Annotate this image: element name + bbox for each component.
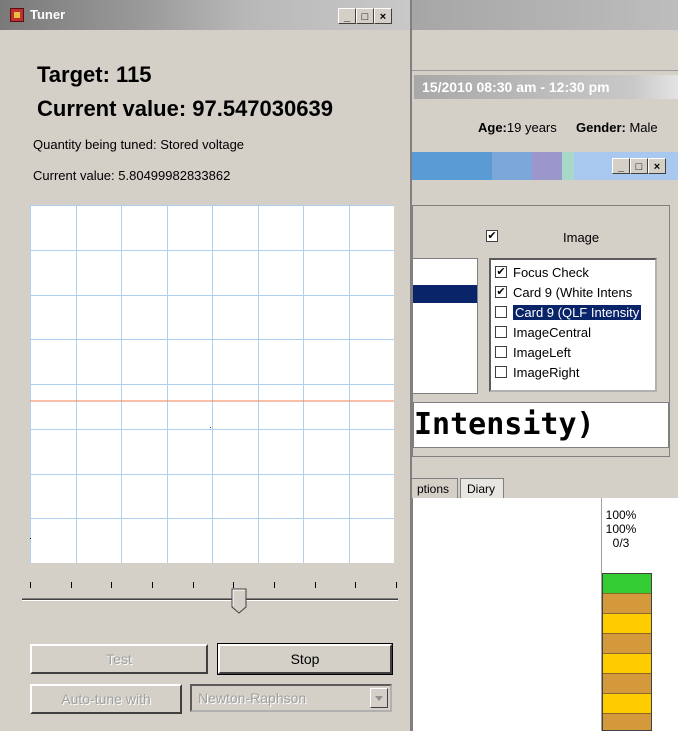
value-point: [210, 427, 211, 428]
slider-tick: [396, 582, 397, 588]
checklist-item-label: ImageCentral: [513, 324, 592, 340]
checklist-item-label: ImageRight: [513, 364, 580, 380]
image-checklist[interactable]: ✔ Focus Check ✔ Card 9 (White Intens Car…: [489, 258, 657, 392]
slider-track[interactable]: [22, 598, 398, 601]
checklist-item[interactable]: ImageRight: [495, 362, 655, 382]
intensity-title: Intensity): [413, 402, 669, 448]
slider-tick: [274, 582, 275, 588]
tuner-dialog: Tuner _ □ × Target: 115 Current value: 9…: [0, 0, 412, 731]
checkbox-checked-icon[interactable]: ✔: [495, 266, 507, 278]
patient-info: Age:19 years Gender: Male: [412, 108, 678, 148]
checkbox-unchecked-icon[interactable]: [495, 346, 507, 358]
checkbox-unchecked-icon[interactable]: [495, 366, 507, 378]
gauge-readout: 100% 100% 0/3: [591, 508, 651, 550]
slider-tick: [193, 582, 194, 588]
checkbox-unchecked-icon[interactable]: [495, 326, 507, 338]
checklist-item-label: Card 9 (QLF Intensity: [513, 304, 642, 320]
slider-thumb[interactable]: [231, 588, 247, 614]
slider-tick: [152, 582, 153, 588]
tab-diary[interactable]: Diary: [460, 478, 504, 498]
tab-options[interactable]: ptions: [412, 478, 458, 498]
checkbox-checked-icon[interactable]: ✔: [495, 286, 507, 298]
tuner-titlebar[interactable]: Tuner _ □ ×: [0, 0, 410, 30]
progress-gauge: [602, 573, 652, 731]
current-value-large: Current value: 97.547030639: [37, 96, 333, 121]
checklist-item[interactable]: ✔ Card 9 (White Intens: [495, 282, 655, 302]
close-icon[interactable]: ×: [374, 8, 392, 24]
background-window: 15/2010 08:30 am - 12:30 pm Age:19 years…: [412, 0, 678, 731]
checklist-item-selected[interactable]: Card 9 (QLF Intensity: [495, 302, 655, 322]
minimize-icon[interactable]: _: [612, 158, 630, 174]
maximize-icon[interactable]: □: [356, 8, 374, 24]
tuner-title: Tuner: [30, 7, 66, 22]
gauge-line-3: 0/3: [612, 536, 630, 550]
slider-tick: [315, 582, 316, 588]
slider-tick: [30, 582, 31, 588]
quantity-label: Quantity being tuned: Stored voltage: [33, 137, 245, 152]
checklist-item-label: Card 9 (White Intens: [513, 284, 633, 300]
image-checkbox-label: Image: [563, 230, 600, 245]
tab-strip: ptions Diary: [412, 476, 678, 499]
background-toolbar: [412, 30, 678, 71]
slider-ticks: [30, 582, 397, 590]
chevron-down-icon[interactable]: [370, 688, 388, 708]
current-value-small: Current value: 5.80499982833862: [33, 168, 231, 183]
tab-content: 100% 100% 0/3: [412, 498, 678, 731]
maximize-icon[interactable]: □: [630, 158, 648, 174]
slider-tick: [111, 582, 112, 588]
image-checkbox[interactable]: ✔: [486, 230, 498, 242]
checklist-item-label: Focus Check: [513, 264, 589, 280]
gauge-line-2: 100%: [605, 522, 637, 536]
value-point: [30, 538, 31, 539]
app-icon: [10, 8, 24, 22]
test-button[interactable]: Test: [30, 644, 208, 674]
slider-tick: [355, 582, 356, 588]
left-list[interactable]: [413, 258, 478, 394]
close-icon[interactable]: ×: [648, 158, 666, 174]
left-list-selected-row[interactable]: [413, 285, 477, 303]
minimize-icon[interactable]: _: [338, 8, 356, 24]
tuning-plot: [30, 205, 394, 563]
slider-tick: [71, 582, 72, 588]
tuner-window-controls: _ □ ×: [338, 8, 392, 24]
gauge-line-1: 100%: [605, 508, 637, 522]
checklist-item[interactable]: ImageLeft: [495, 342, 655, 362]
autotune-button[interactable]: Auto-tune with: [30, 684, 182, 714]
checklist-item[interactable]: ImageCentral: [495, 322, 655, 342]
background-titlebar: [412, 0, 678, 30]
method-select[interactable]: Newton-Raphson: [190, 684, 392, 712]
image-panel: ✔ Image ✔ Focus Check ✔ Card 9 (White In…: [412, 205, 670, 457]
date-range-bar: 15/2010 08:30 am - 12:30 pm: [414, 75, 678, 99]
checkbox-unchecked-icon[interactable]: [495, 306, 507, 318]
age-label: Age:: [478, 120, 507, 135]
gender-label: Gender:: [576, 120, 626, 135]
gender-value: Male: [629, 120, 658, 135]
age-value: 19 years: [506, 120, 557, 135]
target-label: Target: 115: [37, 62, 152, 87]
method-select-value: Newton-Raphson: [198, 690, 307, 706]
checklist-item-label: ImageLeft: [513, 344, 571, 360]
stop-button[interactable]: Stop: [217, 643, 393, 675]
checklist-item[interactable]: ✔ Focus Check: [495, 262, 655, 282]
inner-window-controls: _ □ ×: [612, 158, 666, 174]
